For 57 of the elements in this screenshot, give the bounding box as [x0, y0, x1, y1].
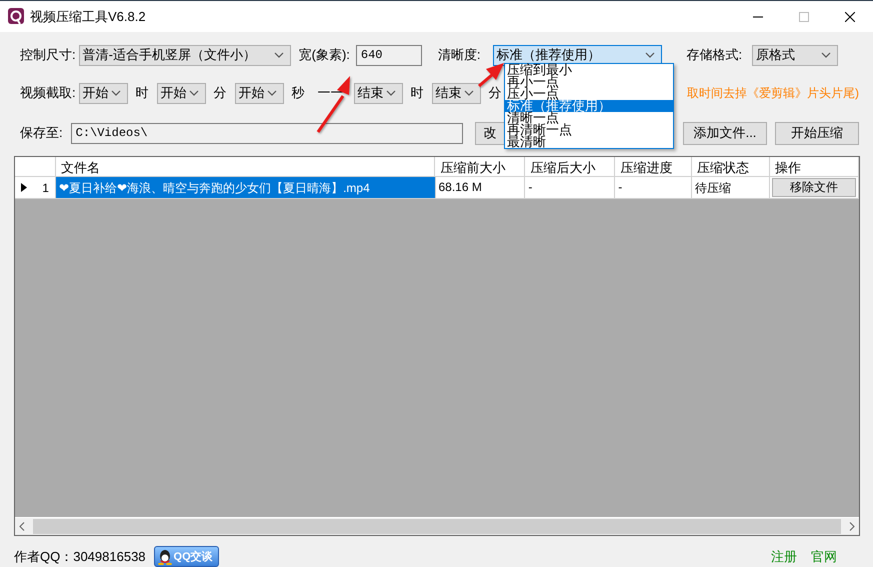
dropdown[interactable]: 开始 — [78, 82, 128, 104]
link[interactable]: 注册 — [771, 548, 797, 566]
table-cell: - — [615, 177, 692, 199]
save-label: 保存至: — [20, 124, 63, 142]
time-unit-label: 秒 — [292, 84, 305, 102]
dropdown-option[interactable]: 压缩到最小 — [505, 64, 673, 76]
time-unit-label: 分 — [214, 84, 227, 102]
clarity-label: 清晰度: — [438, 46, 481, 64]
app-icon — [8, 8, 24, 26]
dropdown[interactable]: 原格式 — [752, 44, 838, 66]
hint-text: 取时间去掉《爱剪辑》片头片尾) — [687, 84, 859, 102]
scroll-left-icon[interactable] — [19, 522, 25, 531]
caret-icon — [274, 52, 284, 58]
add-file-button[interactable]: 添加文件... — [683, 122, 767, 144]
arrow — [316, 76, 350, 133]
arrow — [478, 63, 504, 88]
trim-label: 视频截取: — [20, 84, 76, 102]
caret-icon — [644, 52, 655, 58]
caret-icon — [821, 52, 832, 58]
format-label: 存储格式: — [686, 46, 742, 64]
time-unit-label: 一一 — [318, 84, 344, 102]
path-field[interactable]: C:\Videos\ — [70, 122, 463, 144]
window-title: 视频压缩工具V6.8.2 — [30, 8, 147, 26]
remove-file-button[interactable]: 移除文件 — [772, 178, 856, 197]
width-field[interactable]: 640 — [356, 44, 422, 66]
maximize-icon — [799, 12, 809, 22]
close-icon — [845, 12, 855, 22]
width-label: 宽(象素): — [298, 46, 350, 64]
penguin-icon — [156, 548, 173, 564]
scroll-right-icon[interactable] — [849, 522, 855, 531]
author-text: 作者QQ：3049816538 — [14, 548, 146, 566]
row-number: 1 — [42, 180, 49, 194]
caret-icon — [464, 90, 474, 96]
table-cell: - — [525, 177, 616, 199]
dropdown-option[interactable]: 标准（推荐使用） — [505, 100, 673, 112]
horizontal-scrollbar[interactable] — [15, 517, 859, 535]
dropdown[interactable]: 结束 — [354, 82, 403, 104]
dropdown-option[interactable]: 清晰一点 — [505, 112, 673, 124]
start-button[interactable]: 开始压缩 — [775, 122, 859, 144]
time-unit-label: 分 — [488, 84, 502, 102]
time-unit-label: 时 — [136, 84, 149, 102]
dropdown[interactable]: 结束 — [432, 82, 481, 104]
dropdown[interactable]: 普清-适合手机竖屏（文件小） — [78, 44, 291, 66]
dropdown[interactable]: 开始 — [156, 82, 206, 104]
table-cell: ❤夏日补给❤海浪、晴空与奔跑的少女们【夏日晴海】.mp4 — [56, 177, 436, 199]
dropdown-option[interactable]: 压小一点 — [505, 88, 673, 100]
caret-icon — [110, 90, 121, 96]
dropdown-option[interactable]: 再小一点 — [505, 76, 673, 88]
caret-icon — [386, 90, 396, 96]
caret-icon — [188, 90, 199, 96]
table-cell: 待压缩 — [692, 177, 770, 199]
time-unit-label: 时 — [410, 84, 424, 102]
caret-icon — [266, 90, 277, 96]
size-label: 控制尺寸: — [20, 46, 76, 64]
dropdown[interactable]: 开始 — [234, 82, 284, 104]
link[interactable]: 官网 — [811, 548, 837, 566]
table-cell: 68.16 M — [436, 177, 526, 199]
